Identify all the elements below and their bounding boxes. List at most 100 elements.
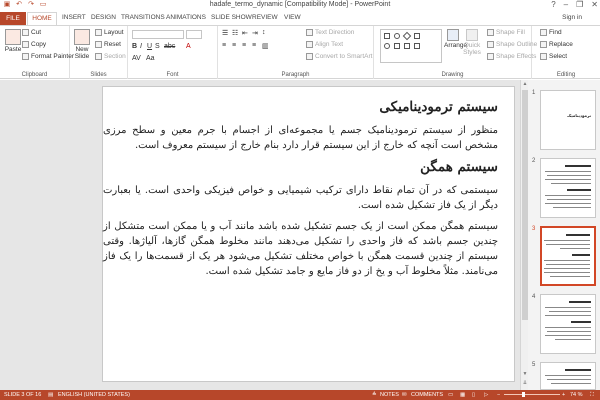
slide-heading-homogeneous[interactable]: سیستم همگن — [103, 159, 498, 175]
align-left-icon[interactable]: ≡ — [222, 42, 226, 49]
slide-content[interactable]: سیستم ترمودینامیکی منظور از سیستم ترمودی… — [103, 99, 498, 285]
decrease-indent-icon[interactable]: ⇤ — [242, 29, 248, 37]
scissors-icon — [22, 29, 29, 36]
italic-icon[interactable]: I — [140, 43, 142, 50]
line-spacing-icon[interactable]: ↕ — [262, 29, 266, 36]
line-shape-icon[interactable] — [414, 43, 420, 49]
restore-icon[interactable]: ❐ — [576, 0, 583, 9]
slide-paragraph-2[interactable]: سیستمی که در آن تمام نقاط دارای ترکیب شی… — [103, 183, 498, 213]
align-center-icon[interactable]: ≡ — [232, 42, 236, 49]
text-direction-button[interactable]: Text Direction — [306, 29, 354, 36]
slide-thumbnail-3-selected[interactable] — [540, 226, 596, 286]
font-group-label: Font — [166, 72, 179, 78]
zoom-slider-thumb[interactable] — [522, 392, 526, 397]
tab-file[interactable]: FILE — [0, 12, 26, 25]
convert-smartart-button[interactable]: Convert to SmartArt — [306, 53, 372, 60]
rectangle-shape-icon[interactable] — [384, 33, 390, 39]
bullets-icon[interactable]: ☰ — [222, 29, 228, 37]
thumbnail-line — [545, 327, 591, 328]
star-shape-icon[interactable] — [404, 43, 410, 49]
increase-indent-icon[interactable]: ⇥ — [252, 29, 258, 37]
shape-fill-button[interactable]: Shape Fill — [487, 29, 525, 36]
character-spacing-icon[interactable]: AV — [132, 55, 141, 62]
slide-thumbnail-1[interactable]: ترمودینامیک — [540, 90, 596, 150]
slide-sorter-icon[interactable]: ▦ — [460, 392, 465, 398]
shape-outline-button[interactable]: Shape Outline — [487, 41, 537, 48]
section-button[interactable]: Section — [95, 53, 126, 60]
quick-styles-button[interactable]: Quick Styles — [462, 29, 482, 56]
layout-button[interactable]: Layout — [95, 29, 124, 36]
tab-home[interactable]: HOME — [27, 12, 57, 25]
zoom-slider[interactable] — [504, 392, 560, 397]
tab-slide-show[interactable]: SLIDE SHOW — [211, 14, 252, 21]
minimize-icon[interactable]: – — [564, 0, 568, 9]
tab-review[interactable]: REVIEW — [252, 14, 278, 21]
font-color-icon[interactable]: A — [186, 43, 191, 50]
align-right-icon[interactable]: ≡ — [242, 42, 246, 49]
text-direction-icon — [306, 29, 313, 36]
slideshow-icon[interactable]: ▷ — [484, 392, 488, 398]
shapes-gallery[interactable] — [380, 29, 442, 63]
notes-button[interactable]: NOTES — [380, 392, 399, 398]
slide-thumbnail-2[interactable] — [540, 158, 596, 218]
slide-thumbnail-5[interactable] — [540, 362, 596, 390]
close-icon[interactable]: ✕ — [591, 0, 598, 9]
notes-icon[interactable]: ≙ — [372, 392, 377, 398]
diamond-shape-icon[interactable] — [402, 31, 412, 41]
numbering-icon[interactable]: ☷ — [232, 29, 238, 37]
shadow-icon[interactable]: S — [155, 43, 160, 50]
arrow-shape-icon[interactable] — [394, 43, 400, 49]
reset-button[interactable]: Reset — [95, 41, 121, 48]
slide-paragraph-1[interactable]: منظور از سیستم ترمودینامیک جسم یا مجموعه… — [103, 123, 498, 153]
window-title: hadafe_termo_dynamic [Compatibility Mode… — [209, 1, 391, 8]
zoom-level[interactable]: 74 % — [570, 392, 583, 398]
sign-in-link[interactable]: Sign in — [562, 14, 582, 21]
thumbnail-line — [544, 260, 590, 261]
slide-heading-thermo-system[interactable]: سیستم ترمودینامیکی — [103, 99, 498, 115]
replace-button[interactable]: Replace — [540, 41, 573, 48]
circle-shape-icon[interactable] — [384, 43, 390, 49]
change-case-icon[interactable]: Aa — [146, 55, 155, 62]
shape-effects-button[interactable]: Shape Effects — [487, 53, 536, 60]
spellcheck-icon[interactable]: ▤ — [48, 392, 53, 398]
tab-design[interactable]: DESIGN — [91, 14, 116, 21]
tab-animations[interactable]: ANIMATIONS — [166, 14, 206, 21]
copy-button[interactable]: Copy — [22, 41, 46, 48]
comments-button[interactable]: COMMENTS — [411, 392, 443, 398]
underline-icon[interactable]: U — [147, 43, 152, 50]
new-slide-button[interactable]: New Slide — [72, 29, 92, 60]
columns-icon[interactable]: ▥ — [262, 42, 269, 50]
slide-thumbnail-4[interactable] — [540, 294, 596, 354]
font-size-box[interactable] — [186, 30, 202, 39]
normal-view-icon[interactable]: ▭ — [448, 392, 453, 398]
slide-canvas[interactable]: سیستم ترمودینامیکی منظور از سیستم ترمودی… — [102, 86, 515, 382]
zoom-in-icon[interactable]: + — [562, 392, 565, 398]
font-name-box[interactable] — [132, 30, 184, 39]
help-icon[interactable]: ? — [551, 0, 555, 9]
thumbnail-line — [546, 264, 590, 265]
textbox-shape-icon[interactable] — [414, 33, 420, 39]
oval-shape-icon[interactable] — [394, 33, 400, 39]
language-indicator[interactable]: ENGLISH (UNITED STATES) — [58, 392, 130, 398]
tab-view[interactable]: VIEW — [284, 14, 301, 21]
select-button[interactable]: Select — [540, 53, 567, 60]
paste-button[interactable]: Paste — [2, 29, 24, 53]
slide-scrollbar[interactable]: ▲ ▼ ⇊ — [520, 80, 528, 390]
reading-view-icon[interactable]: ▯ — [472, 392, 475, 398]
thumbnail-line — [547, 331, 591, 332]
tab-transitions[interactable]: TRANSITIONS — [121, 14, 165, 21]
cut-button[interactable]: Cut — [22, 29, 41, 36]
slide-paragraph-3[interactable]: سیستم همگن ممکن است از یک جسم تشکیل شده … — [103, 219, 498, 279]
arrange-button[interactable]: Arrange — [444, 29, 467, 49]
comments-icon[interactable]: ✉ — [402, 392, 407, 398]
tab-insert[interactable]: INSERT — [62, 14, 86, 21]
format-painter-button[interactable]: Format Painter — [22, 53, 74, 60]
fit-to-window-icon[interactable]: ⛶ — [590, 392, 594, 399]
bold-icon[interactable]: B — [132, 43, 137, 50]
find-button[interactable]: Find — [540, 29, 562, 36]
justify-icon[interactable]: ≡ — [252, 42, 256, 49]
drawing-group: Arrange Quick Styles Shape Fill Shape Ou… — [374, 26, 537, 79]
align-text-button[interactable]: Align Text — [306, 41, 343, 48]
strikethrough-icon[interactable]: abc — [164, 43, 175, 50]
zoom-out-icon[interactable]: − — [497, 392, 500, 398]
